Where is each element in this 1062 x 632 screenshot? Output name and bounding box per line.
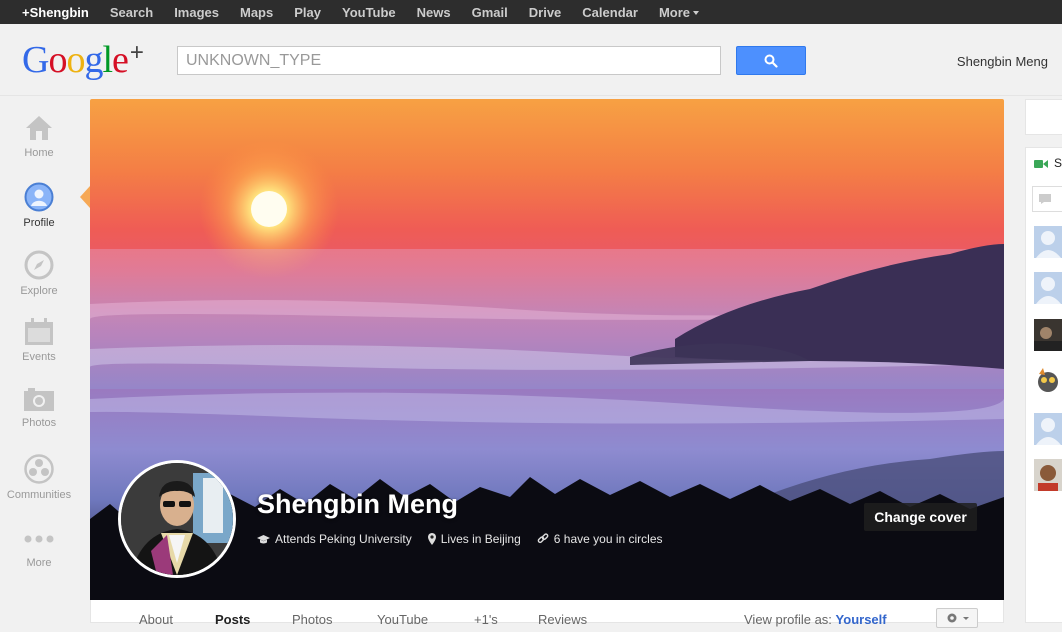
topbar-link-profile[interactable]: +Shengbin: [22, 5, 89, 20]
logo-letter: G: [22, 39, 49, 81]
profile-tabs: About Posts Photos YouTube +1's Reviews …: [90, 600, 1004, 628]
fact-circles[interactable]: 6 have you in circles: [537, 532, 663, 546]
logo-letter: o: [66, 39, 85, 81]
view-as-value: Yourself: [835, 612, 887, 627]
gear-icon: [947, 613, 969, 623]
chat-contact[interactable]: [1034, 413, 1062, 445]
nav-label: Communities: [6, 489, 72, 501]
top-navigation-bar: +Shengbin Search Images Maps Play YouTub…: [0, 0, 1062, 24]
nav-item-profile[interactable]: Profile: [0, 168, 78, 236]
magnifier-icon: [764, 54, 778, 68]
search-input[interactable]: UNKNOWN_TYPE: [177, 46, 721, 75]
topbar-link-gmail[interactable]: Gmail: [472, 5, 508, 20]
fact-location-text: Lives in Beijing: [440, 532, 521, 546]
chat-search-input[interactable]: [1032, 186, 1062, 212]
camera-icon: [24, 388, 54, 411]
logo-letter: e: [112, 39, 129, 81]
default-avatar-icon: [1034, 413, 1062, 445]
nav-item-photos[interactable]: Photos: [0, 372, 78, 440]
nav-label: More: [26, 557, 52, 569]
nav-label: Photos: [21, 417, 57, 429]
link-icon: [537, 533, 549, 544]
nav-item-communities[interactable]: Communities: [0, 440, 78, 508]
video-camera-icon: [1034, 160, 1048, 168]
google-plus-logo[interactable]: Google+: [22, 38, 144, 82]
default-avatar-icon: [1034, 226, 1062, 258]
topbar-link-maps[interactable]: Maps: [240, 5, 273, 20]
nav-item-home[interactable]: Home: [0, 100, 78, 168]
communities-icon: [24, 454, 54, 484]
chat-contact[interactable]: [1034, 366, 1062, 398]
caret-down-icon: [693, 11, 699, 16]
tab-reviews[interactable]: Reviews: [538, 612, 587, 627]
fact-location: Lives in Beijing: [427, 532, 521, 546]
chat-panel: S: [1025, 147, 1062, 623]
topbar-link-news[interactable]: News: [417, 5, 451, 20]
contact-photo: [1034, 319, 1062, 351]
view-as-label: View profile as:: [744, 612, 832, 627]
nav-item-more[interactable]: More: [0, 508, 78, 576]
home-icon: [26, 116, 52, 140]
chat-bubble-icon: [1039, 194, 1051, 204]
profile-icon: [24, 182, 54, 212]
nav-label: Events: [22, 351, 56, 363]
default-avatar-icon: [1034, 272, 1062, 304]
logo-letter: o: [48, 39, 67, 81]
chat-header-label: S: [1054, 156, 1062, 170]
chat-contact[interactable]: [1034, 319, 1062, 351]
topbar-link-play[interactable]: Play: [294, 5, 321, 20]
compass-icon: [24, 250, 54, 280]
tab-youtube[interactable]: YouTube: [377, 612, 428, 627]
tab-posts[interactable]: Posts: [215, 612, 250, 627]
nav-item-explore[interactable]: Explore: [0, 236, 78, 304]
contact-photo: [1034, 459, 1062, 491]
calendar-icon: [25, 318, 53, 345]
profile-settings-button[interactable]: [936, 608, 978, 628]
active-nav-pointer: [80, 186, 90, 208]
tab-plus-ones[interactable]: +1's: [474, 612, 498, 627]
topbar-link-drive[interactable]: Drive: [529, 5, 562, 20]
topbar-link-images[interactable]: Images: [174, 5, 219, 20]
account-name[interactable]: Shengbin Meng: [957, 54, 1048, 69]
chat-contact[interactable]: [1034, 272, 1062, 304]
nav-label: Profile: [23, 217, 55, 229]
topbar-link-more[interactable]: More: [659, 5, 699, 20]
nav-label: Home: [24, 147, 54, 159]
location-pin-icon: [427, 533, 436, 545]
topbar-link-calendar[interactable]: Calendar: [582, 5, 638, 20]
left-navigation: Home Profile Explore Events Photos Commu…: [0, 100, 78, 576]
search-button[interactable]: [736, 46, 806, 75]
chat-contact[interactable]: [1034, 226, 1062, 258]
profile-name: Shengbin Meng: [257, 489, 458, 519]
tab-about[interactable]: About: [139, 612, 173, 627]
share-box-panel[interactable]: [1025, 99, 1062, 135]
graduation-cap-icon: [257, 534, 270, 543]
header: Google+ UNKNOWN_TYPE Shengbin Meng: [0, 24, 1062, 96]
logo-letter: l: [102, 39, 113, 81]
profile-facts: Attends Peking University Lives in Beiji…: [257, 532, 679, 546]
change-cover-button[interactable]: Change cover: [864, 503, 977, 531]
profile-avatar[interactable]: [118, 460, 236, 578]
tab-photos[interactable]: Photos: [292, 612, 332, 627]
logo-plus: +: [129, 39, 144, 66]
chat-contact[interactable]: [1034, 459, 1062, 491]
topbar-more-label: More: [658, 4, 690, 20]
topbar-link-search[interactable]: Search: [110, 5, 153, 20]
nav-item-events[interactable]: Events: [0, 304, 78, 372]
fact-education-text: Attends Peking University: [275, 532, 412, 546]
fact-circles-text: 6 have you in circles: [553, 532, 663, 546]
nav-label: Explore: [20, 285, 58, 297]
contact-photo: [1034, 366, 1062, 398]
more-dots-icon: [24, 535, 54, 543]
avatar-photo: [121, 463, 233, 575]
view-profile-as[interactable]: View profile as: Yourself: [744, 612, 887, 627]
topbar-link-youtube[interactable]: YouTube: [342, 5, 396, 20]
fact-education: Attends Peking University: [257, 532, 412, 546]
logo-letter: g: [84, 39, 103, 81]
